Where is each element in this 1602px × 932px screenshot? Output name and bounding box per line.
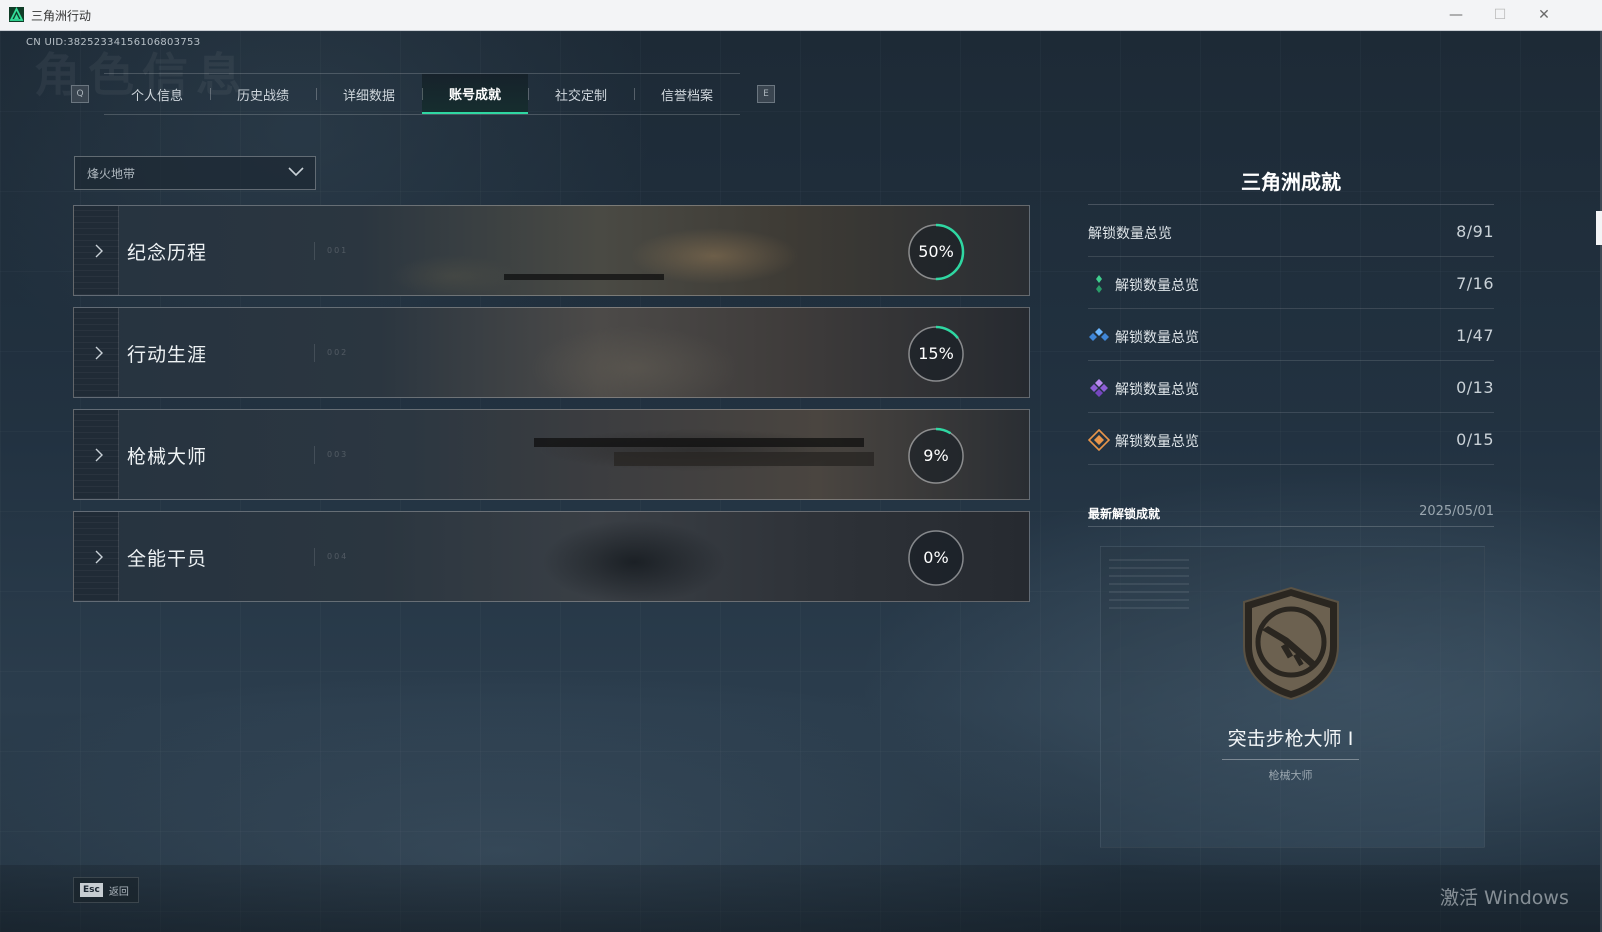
category-card-memorial[interactable]: 纪念历程 001 50% [73,205,1030,296]
stat-label: 解锁数量总览 [1088,226,1172,242]
back-label: 返回 [108,886,129,898]
mode-select-value: 烽火地带 [87,166,136,181]
tier-row-blue: 解锁数量总览 1/47 [1088,309,1494,361]
decor-lines [1109,559,1189,609]
mode-select[interactable]: 烽火地带 [74,156,316,190]
chevron-right-icon [95,346,103,360]
stat-count: 7/16 [1456,274,1494,293]
progress-percent: 50% [918,242,954,261]
category-name: 行动生涯 [127,344,208,366]
window-title: 三角洲行动 [31,9,92,23]
app-logo-icon [9,7,24,22]
tab-match-history[interactable]: 历史战绩 [210,74,316,114]
next-tab-key-hint[interactable]: E [757,85,775,103]
tab-bar: 个人信息 历史战绩 详细数据 账号成就 社交定制 信誉档案 [104,73,740,115]
progress-percent: 9% [923,446,949,465]
tab-detailed-data[interactable]: 详细数据 [316,74,422,114]
progress-percent: 0% [923,548,949,567]
stat-count: 1/47 [1456,326,1494,345]
category-card-weapon-master[interactable]: 枪械大师 003 9% [73,409,1030,500]
stat-count: 0/15 [1456,430,1494,449]
total-unlock-row: 解锁数量总览 8/91 [1088,205,1494,257]
panel-title: 三角洲成就 [1241,170,1341,194]
card-divider [314,344,315,362]
back-button[interactable]: Esc 返回 [73,877,139,903]
stat-label: 解锁数量总览 [1115,330,1199,346]
card-art [534,438,864,447]
stat-label: 解锁数量总览 [1115,382,1199,398]
blue-gem-icon [1089,328,1109,341]
category-name: 纪念历程 [127,242,208,264]
stat-count: 0/13 [1456,378,1494,397]
prev-tab-key-hint[interactable]: Q [71,85,89,103]
latest-achievement-label: 最新解锁成就 [1088,507,1161,521]
latest-achievement-date: 2025/05/01 [1419,504,1494,519]
green-gem-icon [1096,275,1102,293]
tier-row-orange: 解锁数量总览 0/15 [1088,413,1494,465]
category-code: 004 [327,552,349,561]
category-code: 001 [327,246,349,255]
card-divider [314,242,315,260]
side-tab[interactable] [1596,211,1602,245]
orange-gem-icon [1088,429,1110,451]
latest-achievement-name: 突击步枪大师 Ⅰ [1222,724,1359,760]
latest-achievement-category: 枪械大师 [1268,769,1313,782]
purple-gem-icon [1090,379,1108,397]
category-code: 002 [327,348,349,357]
tab-personal-info[interactable]: 个人信息 [104,74,210,114]
tier-row-purple: 解锁数量总览 0/13 [1088,361,1494,413]
stat-count: 8/91 [1456,222,1494,241]
card-divider [314,548,315,566]
chevron-right-icon [95,550,103,564]
progress-percent: 15% [918,344,954,363]
category-name: 全能干员 [127,548,208,570]
category-code: 003 [327,450,349,459]
player-uid: CN UID:3825233415610680375З [26,37,201,48]
category-card-all-round-operator[interactable]: 全能干员 004 0% [73,511,1030,602]
windows-activation-watermark: 激活 Windows [1440,887,1569,909]
window-titlebar: 三角洲行动 — ☐ ✕ [0,0,1602,31]
footer-bar: Esc 返回 激活 Windows [0,865,1602,932]
card-art [504,274,664,280]
category-card-career[interactable]: 行动生涯 002 15% [73,307,1030,398]
rifle-badge-icon [1243,586,1339,701]
esc-key-hint: Esc [80,883,103,897]
card-art [614,452,874,466]
tab-achievements[interactable]: 账号成就 [422,74,528,114]
close-button[interactable]: ✕ [1522,0,1566,30]
maximize-button[interactable]: ☐ [1478,0,1522,30]
tier-row-green: 解锁数量总览 7/16 [1088,257,1494,309]
chevron-down-icon [288,167,304,177]
tab-reputation[interactable]: 信誉档案 [634,74,740,114]
category-name: 枪械大师 [127,446,208,468]
tab-social-custom[interactable]: 社交定制 [528,74,634,114]
panel-divider [1088,526,1494,527]
stat-label: 解锁数量总览 [1115,434,1199,450]
chevron-right-icon [95,448,103,462]
game-screen: 角色信息 CN UID:3825233415610680375З Q 个人信息 … [0,31,1602,932]
card-divider [314,446,315,464]
chevron-right-icon [95,244,103,258]
minimize-button[interactable]: — [1434,0,1478,30]
stat-label: 解锁数量总览 [1115,278,1199,294]
